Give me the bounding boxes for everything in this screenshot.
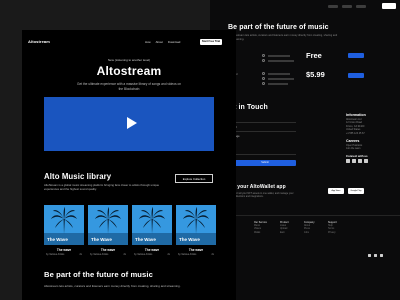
album-art-label: The Wave xyxy=(135,237,156,242)
album-card[interactable]: The Wave The wave by Various Artists 2x xyxy=(44,205,84,265)
album-art-label: The Wave xyxy=(47,237,68,242)
album-artist: by Various Artists xyxy=(90,253,109,256)
future-text: Altostream lets artists, curators and li… xyxy=(44,284,181,288)
back-top-nav xyxy=(210,0,400,14)
twitter-icon[interactable] xyxy=(352,159,356,163)
album-meta: by Various Artists 2x xyxy=(176,253,216,256)
feature-line xyxy=(268,82,288,85)
album-card[interactable]: The Wave The wave by Various Artists 2x xyxy=(132,205,172,265)
footer-column: Product Listen Upload Earn xyxy=(280,222,289,234)
album-art: The Wave xyxy=(176,205,216,245)
facebook-icon[interactable] xyxy=(374,254,377,257)
google-play-button[interactable]: Google Play xyxy=(348,188,364,194)
footer-column: Our Service Music Videos Wallet xyxy=(254,222,267,234)
album-art: The Wave xyxy=(88,205,128,245)
name-field[interactable] xyxy=(234,122,296,123)
feature-line xyxy=(268,72,290,75)
back-page-mockup: Be part of the future of music Altostrea… xyxy=(210,0,400,300)
nav-link-about[interactable]: About xyxy=(156,40,163,44)
album-artist: by Various Artists xyxy=(46,253,65,256)
plan-free-price: Free xyxy=(306,51,322,60)
check-icon xyxy=(262,77,265,80)
plan-paid-price: $5.99 xyxy=(306,70,325,79)
connect-title: Connect with us xyxy=(346,154,368,158)
feature-line xyxy=(268,77,294,80)
start-trial-button[interactable]: Start Free Trial xyxy=(200,39,222,45)
hero-title: Altostream xyxy=(96,64,162,78)
check-icon xyxy=(262,59,265,62)
careers-title: Careers xyxy=(346,139,360,143)
app-heading: t your AltoWallet app xyxy=(234,184,286,190)
album-meta: by Various Artists 2x xyxy=(132,253,172,256)
footer-column: Company About Press Jobs xyxy=(304,222,315,234)
nav-link-download[interactable]: Download xyxy=(168,40,180,44)
nav-link[interactable] xyxy=(328,5,338,8)
nav-link-how[interactable]: How xyxy=(145,40,151,44)
nav-link[interactable] xyxy=(356,5,366,8)
footer-divider xyxy=(210,215,400,216)
twitter-icon[interactable] xyxy=(368,254,371,257)
app-subtext: Sort all your NFT assets in one wallet, … xyxy=(234,192,294,199)
album-count: 2x xyxy=(167,253,170,256)
album-artist: by Various Artists xyxy=(178,253,197,256)
hero-eyebrow: New (Listening to another level) xyxy=(107,58,151,62)
email-field[interactable] xyxy=(234,131,296,132)
front-page-mockup: Altostream How About Download Start Free… xyxy=(22,30,236,300)
album-title: The wave xyxy=(144,248,160,252)
careers-line[interactable]: Join the team xyxy=(346,147,360,150)
palm-tree-icon xyxy=(95,207,121,234)
library-text: AltoStream is a global music streaming p… xyxy=(44,183,160,191)
check-icon xyxy=(262,54,265,57)
nav-link[interactable] xyxy=(342,5,352,8)
future-title: Be part of the future of music xyxy=(44,270,153,279)
album-art: The Wave xyxy=(132,205,172,245)
palm-tree-icon xyxy=(183,207,209,234)
nav-links: How About Download xyxy=(145,40,180,44)
explore-collection-button[interactable]: Explore Collection xyxy=(175,174,213,183)
footer-column: Support Help Terms Privacy xyxy=(328,222,337,234)
app-store-button[interactable]: App Store xyxy=(328,188,344,194)
feature-line xyxy=(268,59,294,62)
album-art-label: The Wave xyxy=(179,237,200,242)
album-meta: by Various Artists 2x xyxy=(88,253,128,256)
plan-free-button[interactable] xyxy=(348,53,364,58)
check-icon xyxy=(262,72,265,75)
album-count: 2x xyxy=(79,253,82,256)
instagram-icon[interactable] xyxy=(358,159,362,163)
nav-cta-button[interactable] xyxy=(382,3,396,9)
youtube-icon[interactable] xyxy=(364,159,368,163)
logo[interactable]: Altostream xyxy=(28,39,50,44)
album-card[interactable]: The Wave The wave by Various Artists 2x xyxy=(88,205,128,265)
album-count: 2x xyxy=(211,253,214,256)
album-count: 2x xyxy=(123,253,126,256)
hero-subtitle: Get the ultimate experience with a massi… xyxy=(77,82,182,91)
contact-heading: t in Touch xyxy=(234,104,268,111)
album-art-label: The Wave xyxy=(91,237,112,242)
feature-line xyxy=(268,54,290,57)
palm-tree-icon xyxy=(139,207,165,234)
video-player[interactable] xyxy=(44,97,214,151)
facebook-icon[interactable] xyxy=(346,159,350,163)
plan-paid-button[interactable] xyxy=(348,73,364,78)
back-future-heading: Be part of the future of music xyxy=(228,24,329,31)
submit-button[interactable]: Submit xyxy=(234,160,296,166)
album-title: The wave xyxy=(188,248,204,252)
album-meta: by Various Artists 2x xyxy=(44,253,84,256)
album-artist: by Various Artists xyxy=(134,253,153,256)
top-nav: Altostream How About Download Start Free… xyxy=(22,30,236,52)
back-future-text-line1: Altostream lets artists, curators and li… xyxy=(232,34,338,37)
album-title: The wave xyxy=(56,248,72,252)
library-title: Alto Music library xyxy=(44,172,112,181)
album-art: The Wave xyxy=(44,205,84,245)
play-icon[interactable] xyxy=(127,117,137,129)
info-title: Information xyxy=(346,113,366,117)
album-cards: The Wave The wave by Various Artists 2x xyxy=(44,205,216,265)
album-card[interactable]: The Wave The wave by Various Artists 2x xyxy=(176,205,216,265)
palm-tree-icon xyxy=(51,207,77,234)
check-icon xyxy=(262,82,265,85)
instagram-icon[interactable] xyxy=(380,254,383,257)
message-field[interactable] xyxy=(234,154,296,155)
album-title: The wave xyxy=(100,248,116,252)
info-line: +1 555 123 45 67 xyxy=(346,131,365,135)
